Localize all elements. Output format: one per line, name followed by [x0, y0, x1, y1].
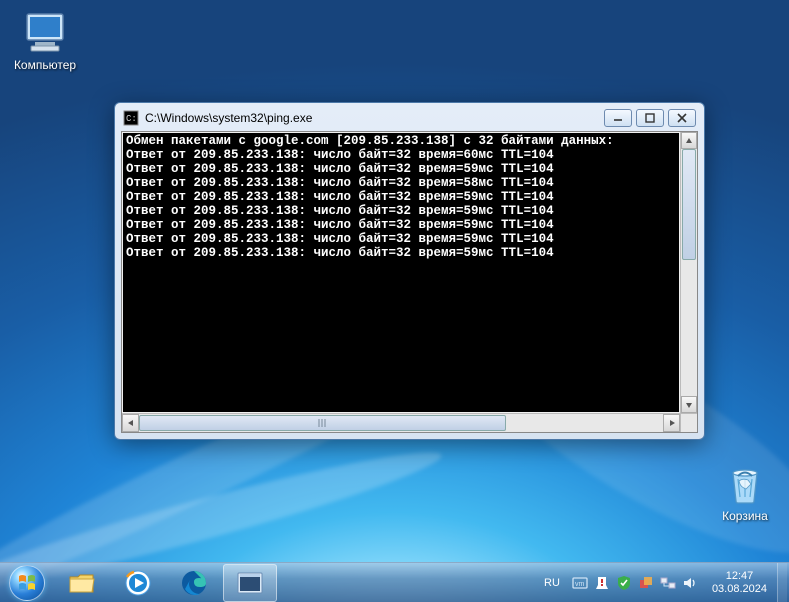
desktop-icon-recycle-bin[interactable]: Корзина — [706, 459, 784, 523]
console-frame: Обмен пакетами с google.com [209.85.233.… — [121, 131, 698, 433]
taskbar: RU vm 12:47 03.08.2024 — [0, 562, 789, 602]
show-desktop-button[interactable] — [777, 563, 787, 602]
console-line: Ответ от 209.85.233.138: число байт=32 в… — [126, 148, 676, 162]
console-line: Ответ от 209.85.233.138: число байт=32 в… — [126, 162, 676, 176]
console-line: Обмен пакетами с google.com [209.85.233.… — [126, 134, 676, 148]
svg-text:vm: vm — [575, 581, 585, 588]
desktop-icon-computer[interactable]: Компьютер — [6, 8, 84, 72]
taskbar-item-media-player[interactable] — [111, 564, 165, 602]
scrollbar-corner — [680, 413, 697, 432]
cmd-window-icon — [236, 571, 264, 595]
scroll-thumb[interactable] — [139, 415, 506, 431]
edge-icon — [180, 569, 208, 597]
cmd-window[interactable]: C: C:\Windows\system32\ping.exe Обмен па… — [114, 102, 705, 440]
scroll-track[interactable] — [681, 149, 697, 396]
desktop[interactable]: Компьютер Корзина C: C:\Windows\system32… — [0, 0, 789, 602]
computer-icon — [21, 8, 69, 56]
taskbar-clock[interactable]: 12:47 03.08.2024 — [704, 570, 775, 596]
console-output[interactable]: Обмен пакетами с google.com [209.85.233.… — [123, 133, 679, 412]
media-player-icon — [124, 569, 152, 597]
desktop-icon-label: Компьютер — [6, 58, 84, 72]
svg-text:C:: C: — [126, 114, 137, 124]
console-line: Ответ от 209.85.233.138: число байт=32 в… — [126, 190, 676, 204]
console-line: Ответ от 209.85.233.138: число байт=32 в… — [126, 246, 676, 260]
scroll-right-button[interactable] — [663, 414, 680, 432]
vertical-scrollbar[interactable] — [680, 132, 697, 413]
tray-volume-icon[interactable] — [682, 575, 698, 591]
folder-icon — [67, 570, 97, 596]
window-title: C:\Windows\system32\ping.exe — [145, 111, 598, 125]
minimize-button[interactable] — [604, 109, 632, 127]
console-line: Ответ от 209.85.233.138: число байт=32 в… — [126, 218, 676, 232]
system-tray: RU vm 12:47 03.08.2024 — [538, 563, 789, 602]
titlebar[interactable]: C: C:\Windows\system32\ping.exe — [121, 109, 698, 131]
desktop-icon-label: Корзина — [706, 509, 784, 523]
console-line: Ответ от 209.85.233.138: число байт=32 в… — [126, 176, 676, 190]
clock-date: 03.08.2024 — [712, 583, 767, 596]
taskbar-item-cmd[interactable] — [223, 564, 277, 602]
console-line: Ответ от 209.85.233.138: число байт=32 в… — [126, 204, 676, 218]
console-line: Ответ от 209.85.233.138: число байт=32 в… — [126, 232, 676, 246]
language-indicator[interactable]: RU — [538, 577, 566, 589]
tray-security-icon[interactable] — [616, 575, 632, 591]
clock-time: 12:47 — [712, 570, 767, 583]
scroll-up-button[interactable] — [681, 132, 697, 149]
scroll-down-button[interactable] — [681, 396, 697, 413]
scroll-track[interactable] — [139, 414, 663, 432]
taskbar-item-edge[interactable] — [167, 564, 221, 602]
tray-action-center-icon[interactable] — [594, 575, 610, 591]
windows-logo-icon — [9, 565, 45, 601]
scroll-left-button[interactable] — [122, 414, 139, 432]
tray-vm-icon[interactable]: vm — [572, 575, 588, 591]
start-button[interactable] — [0, 563, 54, 602]
app-icon: C: — [123, 110, 139, 126]
horizontal-scrollbar[interactable] — [122, 413, 680, 432]
recycle-bin-icon — [721, 459, 769, 507]
taskbar-item-explorer[interactable] — [55, 564, 109, 602]
tray-network-icon[interactable] — [660, 575, 676, 591]
close-button[interactable] — [668, 109, 696, 127]
scroll-thumb[interactable] — [682, 149, 696, 260]
tray-devices-icon[interactable] — [638, 575, 654, 591]
maximize-button[interactable] — [636, 109, 664, 127]
taskbar-items — [54, 563, 278, 602]
